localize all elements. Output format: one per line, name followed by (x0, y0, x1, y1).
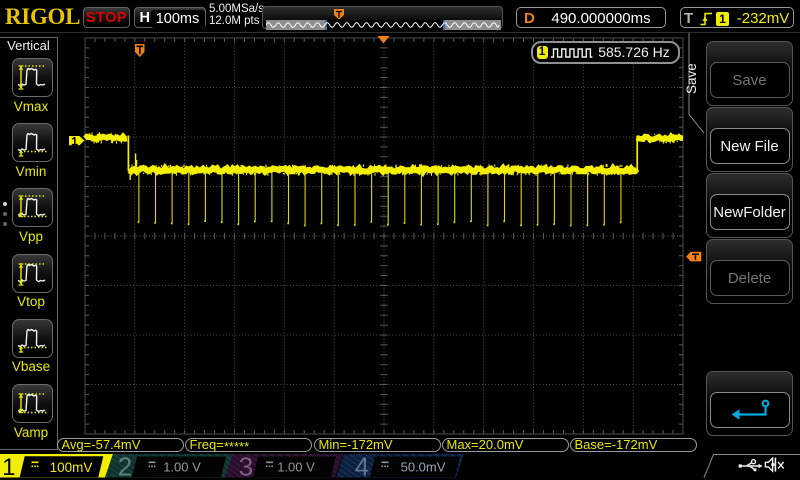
svg-text:1: 1 (2, 454, 15, 480)
svg-text:1.00 V: 1.00 V (163, 460, 201, 475)
svg-text:2: 2 (118, 452, 132, 480)
svg-text:50.0mV: 50.0mV (401, 460, 446, 475)
svg-text:Save: Save (685, 63, 699, 94)
svg-text:1.00 V: 1.00 V (277, 460, 315, 475)
svg-text:100mV: 100mV (50, 460, 93, 475)
svg-text:3: 3 (239, 452, 253, 480)
svg-text:4: 4 (355, 452, 369, 480)
